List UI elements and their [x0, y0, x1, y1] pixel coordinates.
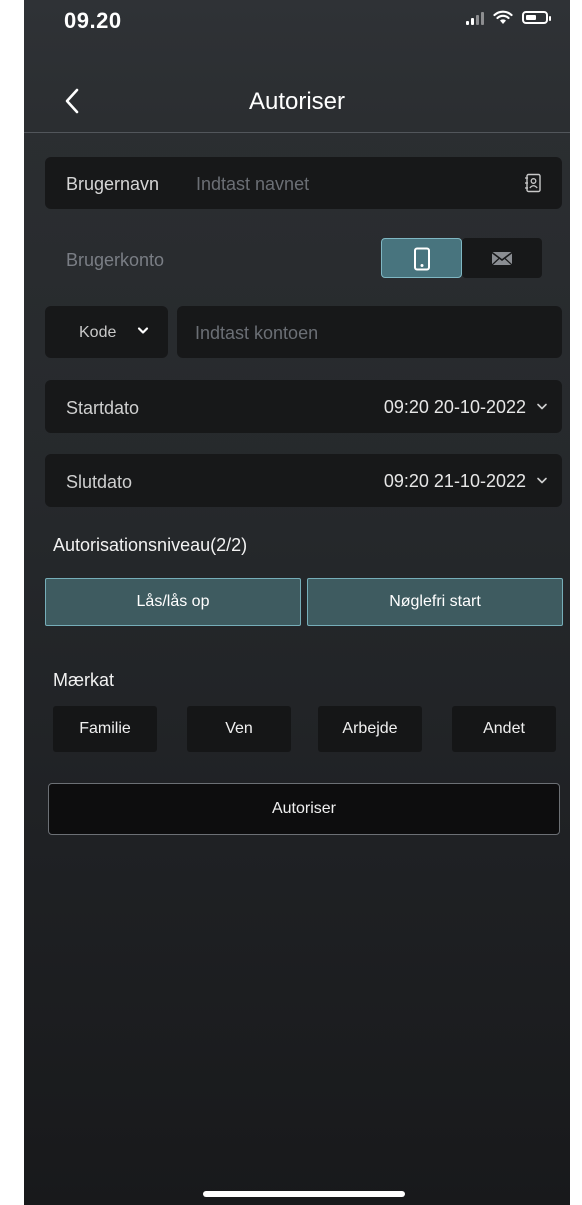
level-option-keyless-start[interactable]: Nøglefri start: [307, 578, 563, 626]
phone-screen: 09.20 Autoriser Brugernavn Indtast navne…: [24, 0, 570, 1205]
end-date-value: 09:20 21-10-2022: [383, 471, 526, 491]
navigation-bar: Autoriser: [24, 70, 570, 133]
account-input[interactable]: Indtast kontoen: [177, 306, 562, 358]
status-bar: 09.20: [24, 0, 570, 60]
start-date-row[interactable]: Startdato 09:20 20-10-2022: [45, 380, 562, 433]
status-icons: [466, 10, 551, 25]
account-type-phone-button[interactable]: [381, 238, 462, 278]
tag-other[interactable]: Andet: [452, 706, 556, 752]
tag-family[interactable]: Familie: [53, 706, 157, 752]
home-indicator[interactable]: [203, 1191, 405, 1197]
start-date-label: Startdato: [66, 398, 140, 418]
status-time: 09.20: [64, 8, 122, 33]
account-type-email-button[interactable]: [462, 238, 542, 278]
chevron-down-icon: [537, 403, 547, 410]
username-field[interactable]: Brugernavn Indtast navnet: [45, 157, 562, 209]
tag-work[interactable]: Arbejde: [318, 706, 422, 752]
envelope-icon: [491, 251, 513, 266]
signal-icon: [466, 11, 484, 25]
chevron-down-icon: [537, 477, 547, 484]
level-option-lock-unlock[interactable]: Lås/lås op: [45, 578, 301, 626]
country-code-select[interactable]: Kode: [45, 306, 168, 358]
page-title: Autoriser: [248, 88, 346, 115]
wifi-icon: [493, 10, 513, 24]
end-date-row[interactable]: Slutdato 09:20 21-10-2022: [45, 454, 562, 507]
username-input[interactable]: Indtast navnet: [196, 174, 309, 195]
tags-title: Mærkat: [53, 670, 115, 690]
end-date-label: Slutdato: [66, 472, 133, 492]
authorization-level-title: Autorisationsniveau(2/2): [53, 535, 248, 555]
authorize-button[interactable]: Autoriser: [48, 783, 560, 835]
tag-friend[interactable]: Ven: [187, 706, 291, 752]
battery-icon: [522, 11, 551, 24]
code-label: Kode: [79, 324, 117, 341]
username-label: Brugernavn: [66, 174, 160, 194]
phone-icon: [414, 247, 430, 271]
account-placeholder: Indtast kontoen: [195, 323, 319, 343]
chevron-down-icon: [137, 327, 149, 334]
contact-book-icon[interactable]: [524, 173, 542, 193]
start-date-value: 09:20 20-10-2022: [383, 397, 526, 417]
account-label: Brugerkonto: [66, 250, 165, 270]
